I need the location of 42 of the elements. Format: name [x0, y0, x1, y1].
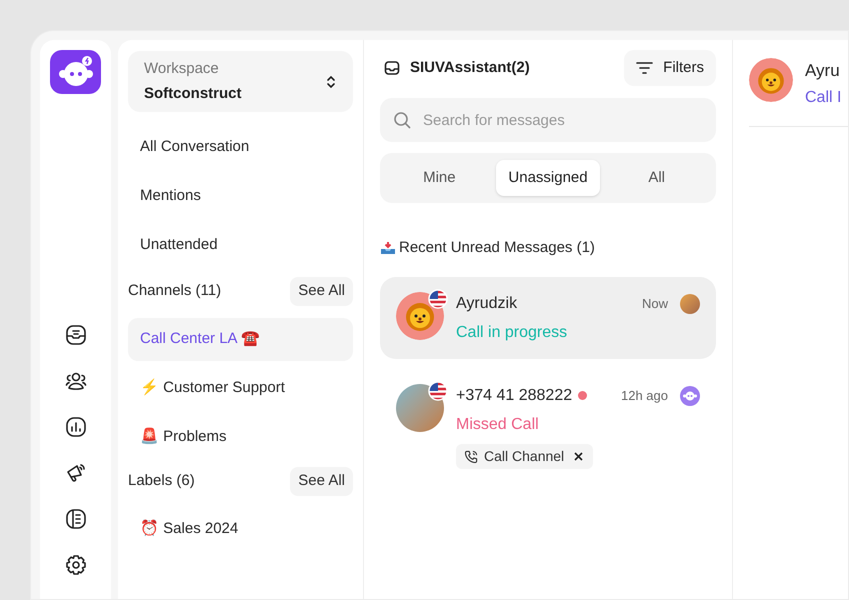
contact-name: Ayru [805, 60, 841, 82]
filter-icon [636, 62, 654, 74]
channel-item[interactable]: ⚡ Customer Support [128, 367, 353, 410]
inbox-tray-icon [380, 241, 396, 256]
timestamp: Now [642, 294, 668, 313]
section-heading: Labels (6) [128, 471, 195, 492]
filters-button[interactable]: Filters [624, 50, 716, 86]
tag-label: Call Channel [484, 446, 564, 466]
section-heading: Recent Unread Messages (1) [399, 238, 595, 258]
phone-icon [465, 450, 478, 462]
nav-item[interactable]: Mentions [128, 175, 353, 218]
status-text: Call I [805, 88, 842, 108]
contact-name: +374 41 288222 [456, 386, 572, 406]
nav-item[interactable]: All Conversation [128, 126, 353, 169]
channel-item[interactable]: 🚨 Problems [128, 416, 353, 459]
tab[interactable]: Mine [387, 160, 492, 196]
tab[interactable]: All [604, 160, 710, 196]
app-logo [50, 50, 101, 94]
chevron-up-down-icon [325, 74, 337, 90]
search-field[interactable]: Search for messages [380, 98, 716, 142]
flag-icon [428, 288, 448, 308]
avatar-placeholder [680, 294, 700, 314]
remove-tag-icon[interactable] [574, 451, 584, 461]
contact-name: Ayrudzik [456, 294, 518, 314]
lion-avatar [749, 58, 793, 102]
bot-avatar [680, 386, 700, 406]
conversation-card[interactable]: Ayrudzik Now Call in progress [380, 276, 716, 358]
tab[interactable]: Unassigned [496, 160, 600, 196]
status-text: Missed Call [456, 414, 540, 434]
nav-item[interactable]: Unattended [128, 224, 353, 267]
inbox-title: SIUVAssistant(2) [410, 58, 530, 78]
channel-item[interactable]: Call Center LA ☎ [128, 318, 353, 361]
inbox-icon [384, 60, 400, 76]
status-text: Call in progress [456, 322, 568, 342]
workspace-selector[interactable]: Workspace Softconstruct [128, 51, 353, 112]
label-item[interactable]: ⏰ Sales 2024 [128, 508, 353, 551]
see-all-button[interactable]: See All [290, 277, 353, 306]
timestamp: 12h ago [621, 386, 668, 405]
avatar-placeholder [396, 384, 444, 432]
section-heading: Channels (11) [128, 281, 222, 302]
lion-avatar [396, 292, 444, 340]
see-all-button[interactable]: See All [290, 467, 353, 496]
